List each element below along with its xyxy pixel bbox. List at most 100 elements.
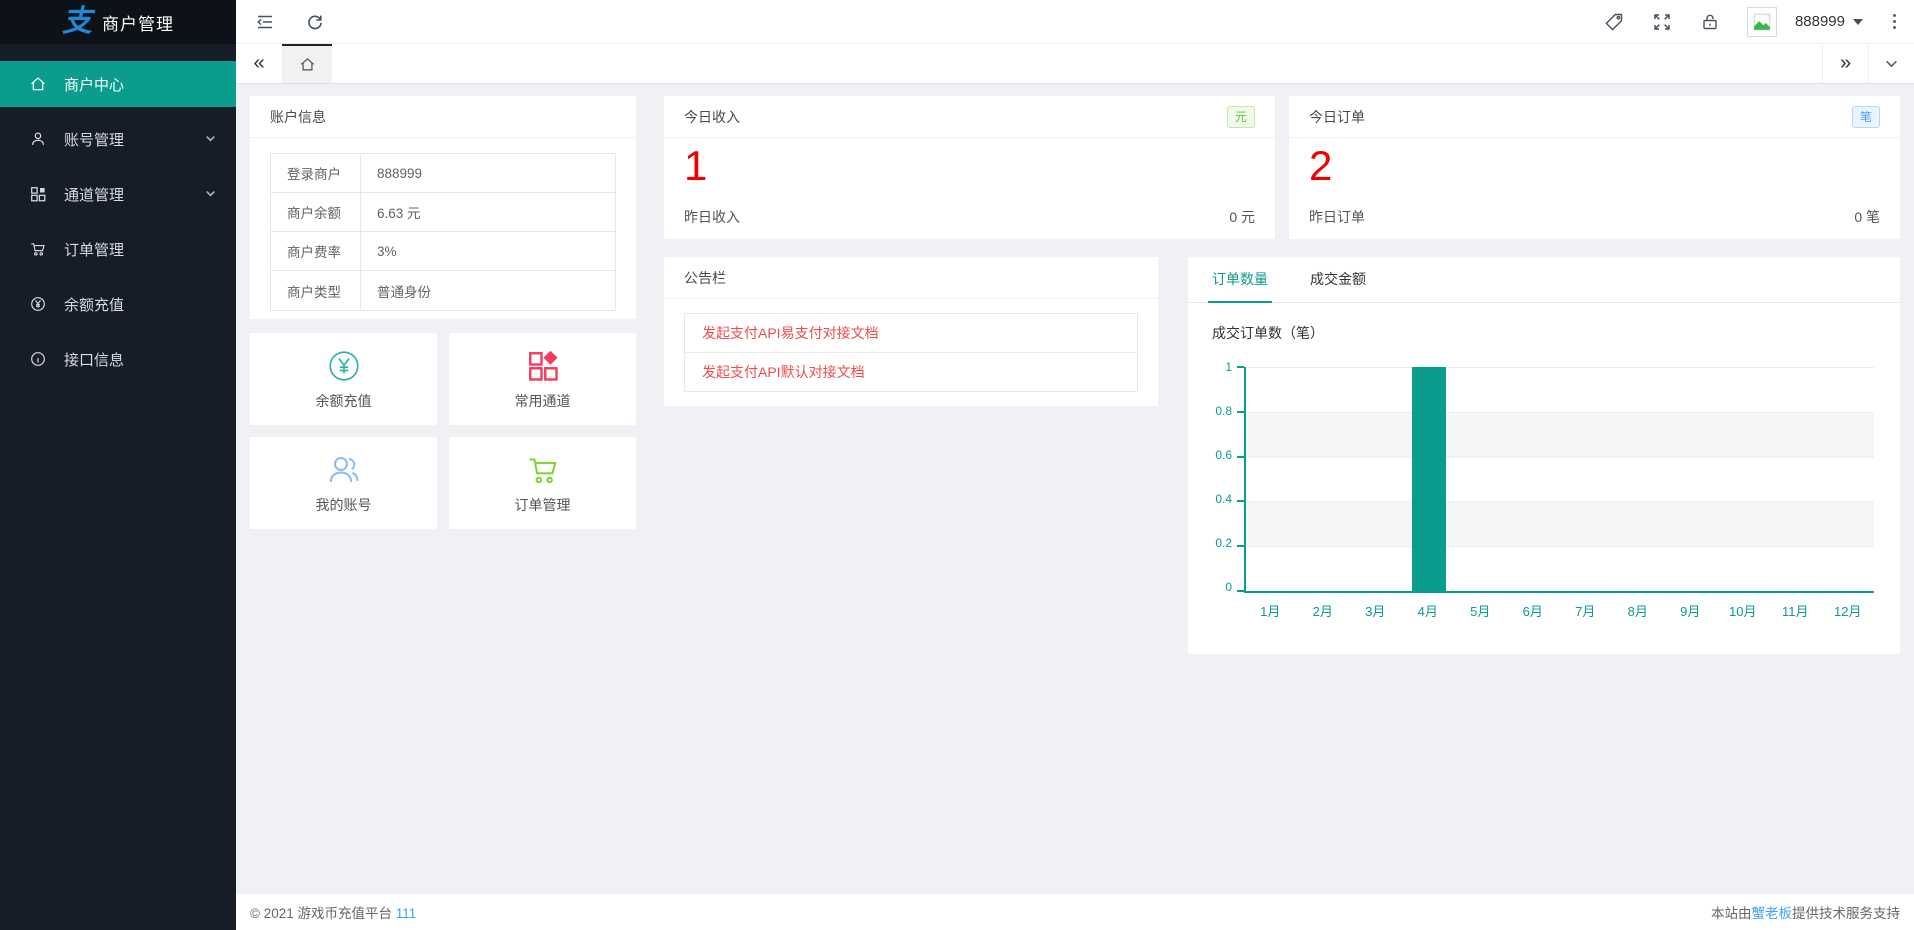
sidebar-item-merchant-center[interactable]: 商户中心 [0,61,236,107]
shortcut-common-channels[interactable]: 常用通道 [449,333,636,425]
y-axis-label: 1 [1225,360,1232,374]
yen-circle-icon [326,347,362,385]
bar-slot [1508,367,1560,591]
sidebar-item-balance-recharge[interactable]: 余额充值 [0,281,236,327]
app-window: 支 商户管理 商户中心 账号管理 [0,0,1914,930]
shortcut-label: 我的账号 [316,495,372,515]
x-axis-label: 10月 [1717,601,1770,620]
yesterday-orders-row: 昨日订单 0 笔 [1309,207,1880,227]
chart-title: 成交订单数（笔） [1212,323,1874,343]
sidebar-item-label: 接口信息 [64,349,218,370]
footer-support: 本站由蟹老板提供技术服务支持 [1711,902,1900,922]
tabs-scroll-right-icon[interactable]: » [1822,44,1868,83]
tab-order-quantity[interactable]: 订单数量 [1208,257,1272,303]
sidebar-item-label: 商户中心 [64,74,218,95]
chevron-down-icon [204,132,218,146]
sidebar-item-api-info[interactable]: 接口信息 [0,336,236,382]
y-axis-label: 0.4 [1215,492,1232,506]
account-info-table: 登录商户 888999 商户余额 6.63 元 商户费率 3% 商户类型 [270,153,616,311]
shortcuts-grid: 余额充值 常用通道 我的账号 [250,333,636,529]
announcement-list: 发起支付API易支付对接文档 发起支付API默认对接文档 [684,313,1138,392]
bar-slot [1612,367,1664,591]
bar-slot [1455,367,1507,591]
home-tab-icon [299,56,316,73]
table-row: 商户费率 3% [271,232,615,271]
tabs-bar: « » [236,44,1914,84]
yesterday-orders-value: 0 笔 [1854,207,1880,227]
footer-copyright: © 2021 游戏币充值平台 111 [250,902,416,922]
tag-icon[interactable] [1603,11,1625,33]
bar-slot [1717,367,1769,591]
shortcut-my-account[interactable]: 我的账号 [250,437,437,529]
x-axis-label: 11月 [1769,601,1822,620]
chart-body: 成交订单数（笔） 00.20.40.60.81 1月2月3月4月5月6月7月8月… [1188,303,1900,620]
avatar [1747,7,1777,37]
tabs-scroll-left-icon[interactable]: « [236,44,282,83]
tab-transaction-amount[interactable]: 成交金额 [1306,257,1370,303]
fullscreen-icon[interactable] [1651,11,1673,33]
sidebar-item-account-management[interactable]: 账号管理 [0,116,236,162]
row-value: 普通身份 [361,271,615,310]
chart-plot [1244,367,1874,593]
today-income-header: 今日收入 元 [664,96,1275,138]
sidebar-collapse-icon[interactable] [254,11,276,33]
refresh-icon[interactable] [304,11,326,33]
shortcut-label: 订单管理 [515,495,571,515]
table-row: 登录商户 888999 [271,154,615,193]
unit-badge-bi: 笔 [1852,106,1880,128]
y-axis-tick [1237,590,1244,592]
left-column: 账户信息 登录商户 888999 商户余额 6.63 元 商户费率 [250,96,636,882]
y-axis-tick [1237,456,1244,458]
yesterday-income-row: 昨日收入 0 元 [684,207,1255,227]
y-axis-tick [1237,500,1244,502]
account-info-card: 账户信息 登录商户 888999 商户余额 6.63 元 商户费率 [250,96,636,319]
topbar-left [236,11,326,33]
lock-icon[interactable] [1699,11,1721,33]
bar-slot [1298,367,1350,591]
shortcut-order-management[interactable]: 订单管理 [449,437,636,529]
x-axis-label: 7月 [1559,601,1612,620]
y-axis-tick [1237,545,1244,547]
yesterday-income-label: 昨日收入 [684,207,740,227]
tabs-menu-icon[interactable] [1868,44,1914,83]
sidebar-item-label: 订单管理 [64,239,218,260]
announcement-card: 公告栏 发起支付API易支付对接文档 发起支付API默认对接文档 [664,257,1158,406]
row-label: 商户费率 [271,232,361,270]
info-circle-icon [28,349,48,369]
x-axis-label: 6月 [1507,601,1560,620]
row-value: 888999 [361,154,615,192]
row-value: 3% [361,232,615,270]
bar-slot [1246,367,1298,591]
channels-grid-icon [525,347,561,385]
more-options-icon[interactable] [1889,12,1900,31]
y-axis-tick [1237,411,1244,413]
today-orders-body: 2 昨日订单 0 笔 [1289,138,1900,239]
sidebar-item-order-management[interactable]: 订单管理 [0,226,236,272]
row-label: 商户类型 [271,271,361,310]
account-info-header: 账户信息 [250,96,636,138]
grid-icon [28,184,48,204]
table-row: 商户类型 普通身份 [271,271,615,310]
shortcut-balance-recharge[interactable]: 余额充值 [250,333,437,425]
sidebar-item-label: 通道管理 [64,184,204,205]
account-info-title: 账户信息 [270,107,326,127]
announcement-link[interactable]: 发起支付API默认对接文档 [685,352,1137,391]
main-area: 888999 « » 账户信息 [236,0,1914,930]
copyright-link[interactable]: 111 [396,906,417,921]
chart-tabs: 订单数量 成交金额 [1188,257,1900,303]
support-link[interactable]: 蟹老板 [1752,906,1793,921]
sidebar-item-channel-management[interactable]: 通道管理 [0,171,236,217]
today-orders-card: 今日订单 笔 2 昨日订单 0 笔 [1289,96,1900,239]
support-prefix: 本站由 [1711,906,1752,921]
tabs-spacer [332,44,1822,83]
announcement-link[interactable]: 发起支付API易支付对接文档 [685,314,1137,352]
yesterday-income-value: 0 元 [1229,207,1255,227]
announcement-header: 公告栏 [664,257,1158,299]
sidebar-item-label: 余额充值 [64,294,218,315]
tab-home[interactable] [282,44,332,83]
stats-row: 今日收入 元 1 昨日收入 0 元 今日订单 [664,96,1900,239]
cart-icon [525,451,561,489]
shortcut-label: 常用通道 [515,391,571,411]
yen-circle-icon [28,294,48,314]
user-menu[interactable]: 888999 [1747,7,1863,37]
